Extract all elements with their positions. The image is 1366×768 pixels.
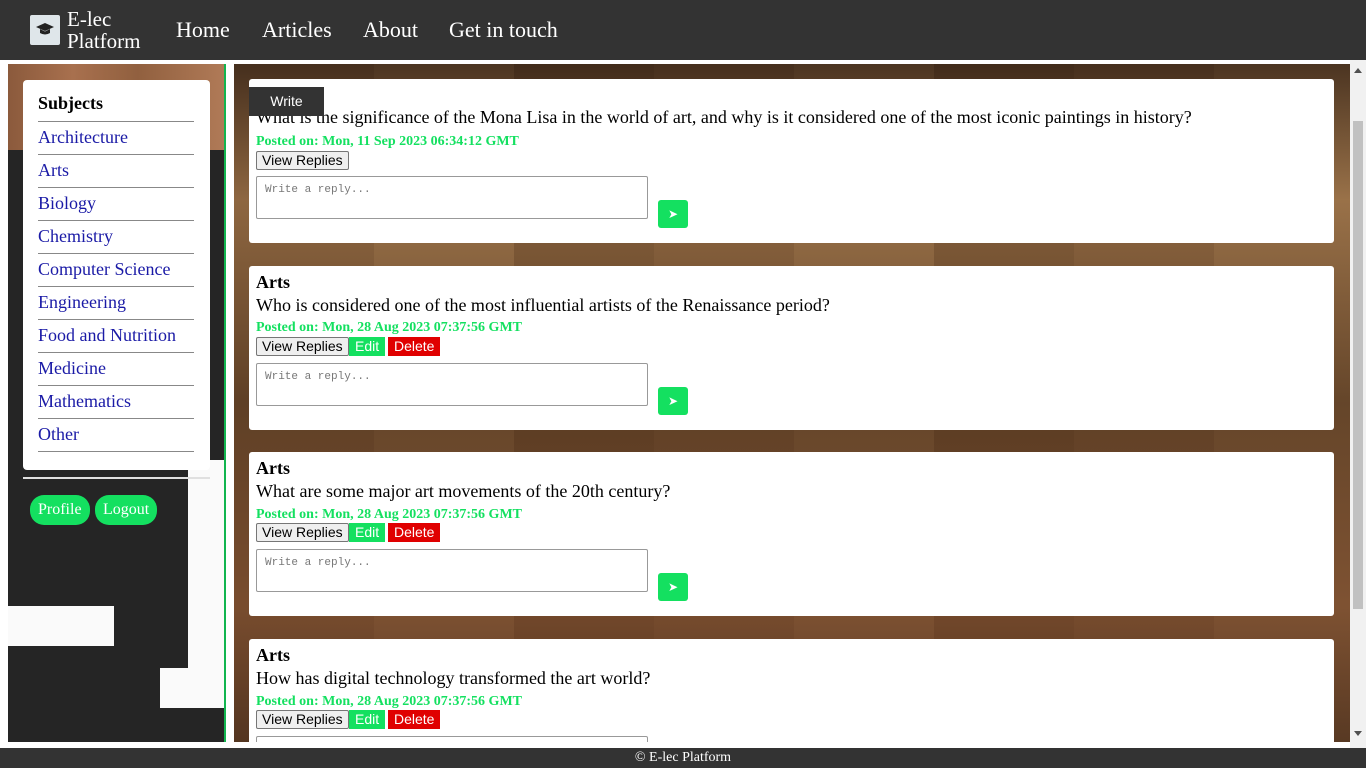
edit-button[interactable]: Edit [349, 710, 386, 729]
delete-button[interactable]: Delete [388, 523, 441, 542]
profile-button[interactable]: Profile [30, 495, 90, 525]
view-replies-button[interactable]: View Replies [256, 151, 349, 170]
nav-articles[interactable]: Articles [262, 17, 332, 43]
subject-link-computer-science[interactable]: Computer Science [38, 253, 194, 286]
write-button[interactable]: Write [249, 87, 324, 116]
view-replies-button[interactable]: View Replies [256, 710, 349, 729]
post-card: What is the significance of the Mona Lis… [249, 79, 1334, 243]
nav-home[interactable]: Home [176, 17, 230, 43]
post-card: Arts How has digital technology transfor… [249, 639, 1334, 742]
post-question: What are some major art movements of the… [256, 481, 671, 501]
post-date: Posted on: Mon, 28 Aug 2023 07:37:56 GMT [256, 507, 522, 522]
subjects-title: Subjects [38, 93, 104, 113]
edit-button[interactable]: Edit [349, 523, 386, 542]
post-card: Arts Who is considered one of the most i… [249, 266, 1334, 430]
post-card: Arts What are some major art movements o… [249, 452, 1334, 616]
sidebar-divider [23, 477, 210, 479]
post-date: Posted on: Mon, 28 Aug 2023 07:37:56 GMT [256, 694, 522, 709]
reply-input[interactable]: Write a reply... [256, 549, 648, 592]
delete-button[interactable]: Delete [388, 337, 441, 356]
subject-list: Architecture Arts Biology Chemistry Comp… [38, 121, 194, 452]
top-navbar: E-lec Platform Home Articles About Get i… [0, 0, 1366, 60]
post-category: Arts [256, 458, 290, 478]
sidebar-decoration [160, 460, 188, 668]
posts-feed[interactable]: What is the significance of the Mona Lis… [234, 64, 1350, 742]
delete-button[interactable]: Delete [388, 710, 441, 729]
footer-copyright: © E-lec Platform [0, 748, 1366, 768]
subject-link-engineering[interactable]: Engineering [38, 286, 194, 319]
page-scrollbar[interactable] [1350, 60, 1366, 748]
subjects-card: Subjects Architecture Arts Biology Chemi… [23, 80, 210, 470]
subject-link-food-and-nutrition[interactable]: Food and Nutrition [38, 319, 194, 352]
post-date: Posted on: Mon, 28 Aug 2023 07:37:56 GMT [256, 320, 522, 335]
brand-line-1: E-lec [67, 7, 112, 31]
post-date: Posted on: Mon, 11 Sep 2023 06:34:12 GMT [256, 134, 519, 149]
graduation-cap-icon[interactable] [30, 15, 60, 45]
edit-button[interactable]: Edit [349, 337, 386, 356]
view-replies-button[interactable]: View Replies [256, 523, 349, 542]
sidebar: Subjects Architecture Arts Biology Chemi… [8, 64, 226, 742]
nav-get-in-touch[interactable]: Get in touch [449, 17, 558, 43]
brand-line-2: Platform [67, 29, 141, 53]
brand-name[interactable]: E-lec Platform [67, 8, 141, 52]
sidebar-decoration [8, 606, 114, 646]
subject-link-mathematics[interactable]: Mathematics [38, 385, 194, 418]
view-replies-button[interactable]: View Replies [256, 337, 349, 356]
post-category: Arts [256, 272, 290, 292]
subject-link-medicine[interactable]: Medicine [38, 352, 194, 385]
scroll-up-arrow-icon[interactable] [1354, 68, 1362, 73]
send-reply-button[interactable]: ➤ [658, 200, 688, 228]
subject-link-biology[interactable]: Biology [38, 187, 194, 220]
post-question: What is the significance of the Mona Lis… [256, 107, 1192, 127]
post-question: How has digital technology transformed t… [256, 668, 651, 688]
send-reply-button[interactable]: ➤ [658, 573, 688, 601]
reply-input[interactable]: Write a reply... [256, 176, 648, 219]
post-question: Who is considered one of the most influe… [256, 295, 830, 315]
scroll-down-arrow-icon[interactable] [1354, 731, 1362, 736]
nav-about[interactable]: About [363, 17, 418, 43]
send-reply-button[interactable]: ➤ [658, 387, 688, 415]
post-category: Arts [256, 645, 290, 665]
subject-link-arts[interactable]: Arts [38, 154, 194, 187]
reply-input[interactable]: Write a reply... [256, 363, 648, 406]
subject-link-architecture[interactable]: Architecture [38, 121, 194, 154]
subject-link-other[interactable]: Other [38, 418, 194, 452]
scrollbar-thumb[interactable] [1353, 121, 1363, 609]
subject-link-chemistry[interactable]: Chemistry [38, 220, 194, 253]
logout-button[interactable]: Logout [95, 495, 158, 525]
reply-input[interactable]: Write a reply... [256, 736, 648, 742]
